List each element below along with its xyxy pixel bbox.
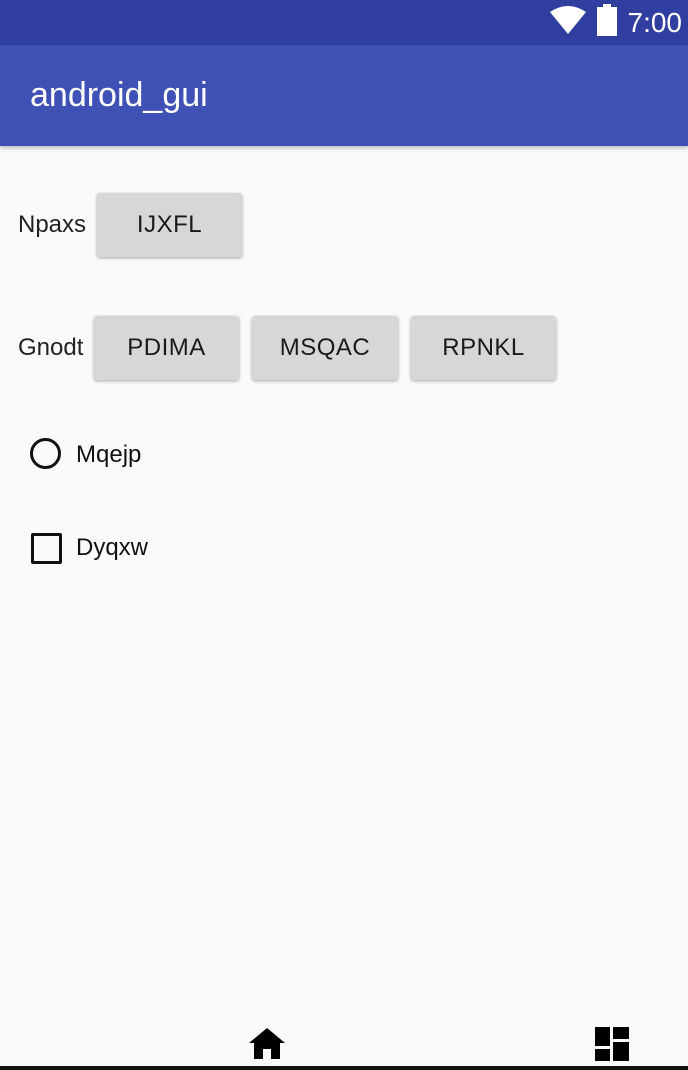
status-time: 7:00 [627,7,683,38]
msqac-button[interactable]: MSQAC [252,316,398,380]
dashboard-icon[interactable] [595,1027,629,1066]
checkbox-label[interactable]: Dyqxw [76,533,148,563]
ijxfl-button[interactable]: IJXFL [97,193,242,257]
row-label-npaxs: Npaxs [18,211,87,238]
row-label-gnodt: Gnodt [18,334,84,361]
status-icons: 7:00 [549,0,683,45]
dyqxw-checkbox[interactable] [31,533,62,564]
home-icon[interactable] [249,1028,285,1065]
pdima-button[interactable]: PDIMA [94,316,239,380]
nav-divider [0,1066,688,1070]
app-title: android_gui [30,76,208,114]
wifi-icon [549,6,586,39]
rpnkl-button[interactable]: RPNKL [411,316,556,380]
mqejp-radio-button[interactable] [30,438,61,469]
navigation-bar [0,1020,688,1070]
radio-label[interactable]: Mqejp [76,440,141,470]
battery-icon [596,4,618,41]
app-bar: android_gui [0,45,688,146]
status-bar: 7:00 [0,0,688,45]
